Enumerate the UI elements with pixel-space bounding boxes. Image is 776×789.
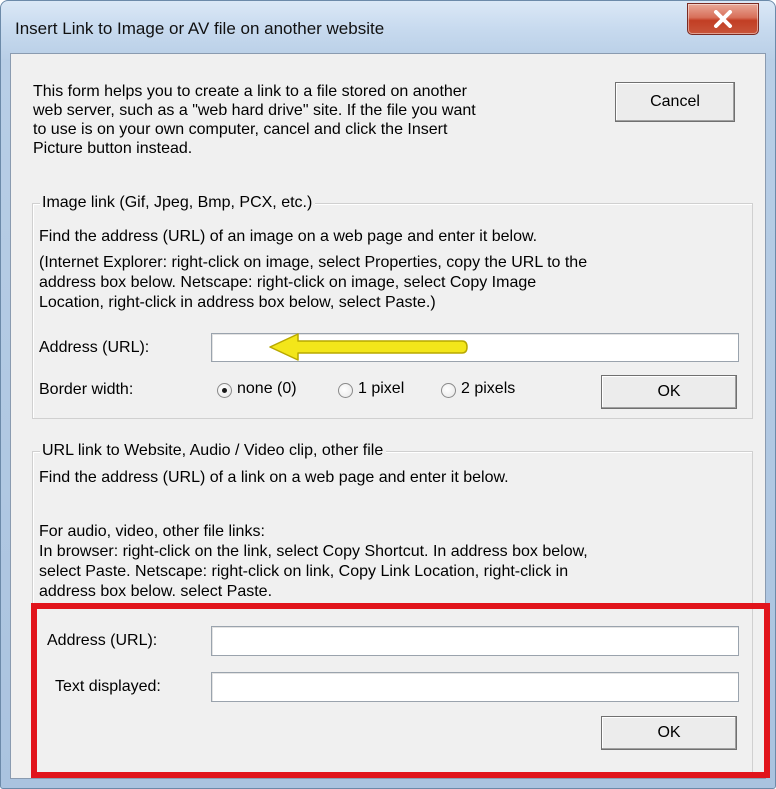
- url-address-input[interactable]: [211, 626, 739, 656]
- title-bar[interactable]: Insert Link to Image or AV file on anoth…: [1, 1, 775, 51]
- av-heading: For audio, video, other file links:: [39, 523, 265, 540]
- border-1px-radio[interactable]: [338, 383, 353, 398]
- text-displayed-input[interactable]: [211, 672, 739, 702]
- border-width-label: Border width:: [39, 381, 134, 398]
- url-instruction: Find the address (URL) of a link on a we…: [39, 469, 509, 486]
- url-link-legend: URL link to Website, Audio / Video clip,…: [40, 441, 387, 461]
- border-2px-label[interactable]: 2 pixels: [461, 379, 515, 399]
- image-instruction: Find the address (URL) of an image on a …: [39, 228, 538, 245]
- image-help-line-1: (Internet Explorer: right-click on image…: [39, 254, 588, 271]
- border-none-radio[interactable]: [217, 383, 232, 398]
- radio-selected-dot: [222, 388, 227, 393]
- url-help-line-3: address box below, select Paste.: [39, 583, 273, 596]
- image-ok-button[interactable]: OK: [601, 375, 737, 409]
- cancel-button[interactable]: Cancel: [615, 82, 735, 122]
- arrow-icon: [269, 333, 468, 361]
- image-help-line-2: address box below. Netscape: right-click…: [39, 274, 537, 291]
- image-help-line-3: Location, right-click in address box bel…: [39, 294, 436, 311]
- image-link-legend: Image link (Gif, Jpeg, Bmp, PCX, etc.): [40, 193, 316, 213]
- close-button[interactable]: [687, 3, 759, 35]
- image-address-label: Address (URL):: [39, 339, 150, 356]
- url-ok-button[interactable]: OK: [601, 716, 737, 750]
- url-help-line-1: In browser: right-click on the link, sel…: [39, 543, 588, 560]
- border-none-label[interactable]: none (0): [237, 379, 297, 399]
- dialog-body: This form helps you to create a link to …: [10, 53, 770, 779]
- dialog-title: Insert Link to Image or AV file on anoth…: [15, 19, 385, 38]
- intro-text: This form helps you to create a link to …: [33, 83, 476, 157]
- text-displayed-label: Text displayed:: [55, 678, 161, 695]
- url-help-line-2: select Paste. Netscape: right-click on l…: [39, 563, 569, 580]
- border-2px-radio[interactable]: [441, 383, 456, 398]
- border-1px-label[interactable]: 1 pixel: [358, 379, 404, 399]
- close-icon: [714, 10, 732, 28]
- dialog-window: Insert Link to Image or AV file on anoth…: [0, 0, 776, 789]
- url-address-label: Address (URL):: [47, 632, 158, 649]
